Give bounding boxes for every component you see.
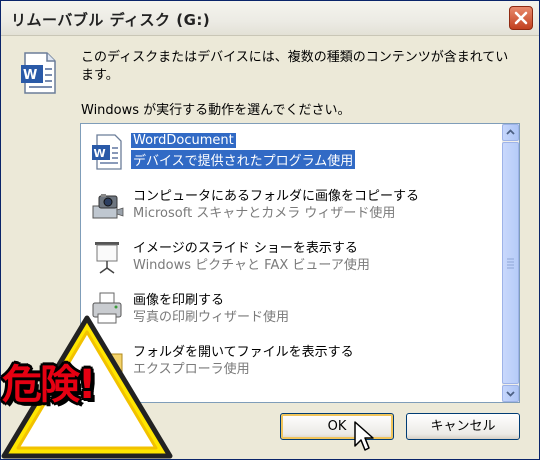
scroll-up-button[interactable] [502,124,519,141]
mouse-cursor-icon [354,421,374,451]
content-message: このディスクまたはデバイスには、複数の種類のコンテンツが含まれています。 [81,50,509,83]
action-subtitle: Windows ピクチャと FAX ビューア使用 [133,258,370,273]
cancel-button[interactable]: キャンセル [406,413,520,440]
title-bar[interactable]: リムーバブル ディスク (G:) [1,1,539,36]
camera-icon [92,194,124,219]
window-title: リムーバブル ディスク (G:) [11,11,211,29]
scroll-thumb[interactable] [502,142,519,384]
action-title: WordDocument [131,133,236,148]
svg-text:W: W [94,147,106,160]
action-subtitle: Microsoft スキャナとカメラ ウィザード使用 [133,206,396,221]
word-document-icon: W [21,52,56,94]
close-icon [514,11,528,25]
close-button[interactable] [509,6,533,30]
grip-icon [507,258,514,269]
list-item-slideshow[interactable]: イメージのスライド ショーを表示する Windows ピクチャと FAX ビュー… [81,232,501,282]
projector-screen-icon [95,242,119,274]
chevron-up-icon [506,129,515,135]
word-document-icon: W [92,134,122,170]
danger-label: 危険! [2,362,96,408]
action-subtitle: デバイスで提供されたプログラム使用 [131,150,356,169]
list-item-copy-pictures[interactable]: コンピュータにあるフォルダに画像をコピーする Microsoft スキャナとカメ… [81,180,501,230]
chevron-down-icon [506,391,515,397]
svg-text:W: W [23,68,37,83]
action-prompt: Windows が実行する動作を選んでください。 [81,103,351,118]
scroll-down-button[interactable] [502,385,519,402]
ok-button[interactable]: OK [280,413,394,440]
vertical-scrollbar[interactable] [502,124,519,402]
list-item-word-document[interactable]: W WordDocument デバイスで提供されたプログラム使用 [81,128,501,178]
